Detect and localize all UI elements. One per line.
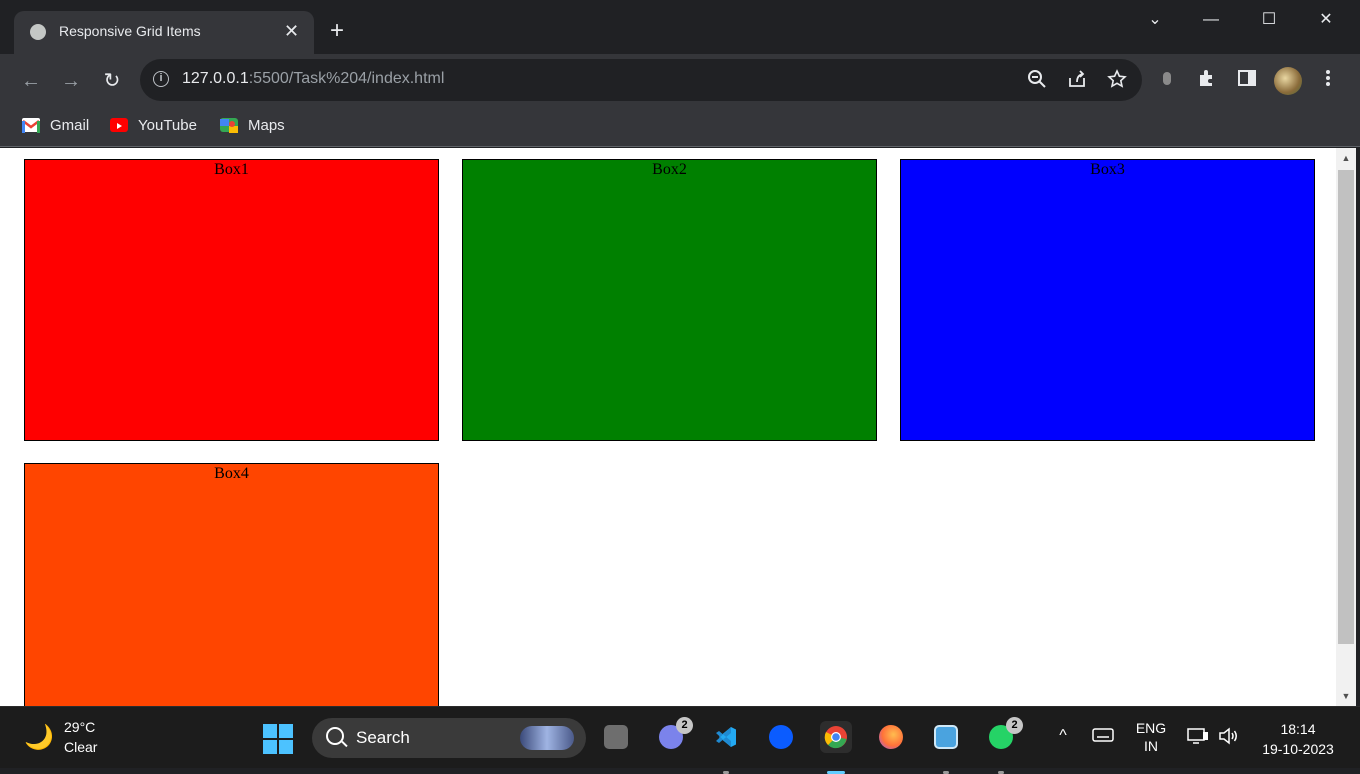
moon-icon[interactable]: 🌙 (24, 724, 54, 752)
youtube-icon (110, 118, 128, 133)
start-button[interactable] (263, 724, 293, 754)
search-highlight-image (520, 726, 574, 750)
search-icon (326, 727, 344, 745)
new-tab-button[interactable]: + (330, 18, 344, 44)
bookmark-gmail-label: Gmail (50, 117, 90, 134)
bookmark-youtube[interactable]: YouTube (110, 115, 197, 137)
minimize-button[interactable]: — (1196, 8, 1226, 32)
start-tile (279, 724, 293, 738)
profile-avatar[interactable] (1274, 67, 1302, 95)
share-icon[interactable] (1066, 69, 1088, 94)
start-tile (263, 724, 277, 738)
vertical-scrollbar[interactable]: ▲ ▼ (1336, 148, 1356, 706)
volume-icon[interactable] (1216, 727, 1240, 749)
menu-kebab-icon[interactable] (1315, 68, 1341, 95)
box-label: Box1 (214, 161, 249, 178)
grid-box-4: Box4 (24, 463, 439, 706)
grid-box-1: Box1 (24, 159, 439, 441)
zoom-icon[interactable] (1026, 69, 1048, 94)
tray-chevron-icon[interactable]: ^ (1052, 727, 1074, 745)
language-indicator[interactable]: ENG IN (1130, 719, 1172, 755)
close-window-button[interactable]: ✕ (1311, 8, 1341, 32)
gmail-icon (22, 118, 40, 134)
url-path: :5500/Task%204/index.html (248, 70, 445, 87)
url-text[interactable]: 127.0.0.1:5500/Task%204/index.html (182, 70, 444, 88)
teams-badge: 2 (676, 717, 693, 734)
clock[interactable]: 18:14 19-10-2023 (1248, 719, 1348, 759)
start-tile (279, 740, 293, 754)
chrome-icon[interactable] (820, 721, 852, 774)
clock-time: 18:14 (1280, 721, 1316, 737)
site-info-icon[interactable]: i (153, 71, 169, 87)
browser-tab[interactable]: Responsive Grid Items ✕ (14, 11, 314, 54)
control-panel-glyph (934, 725, 958, 749)
grid-box-3: Box3 (900, 159, 1315, 441)
search-label: Search (356, 728, 410, 747)
browser-toolbar: ← → ↻ i 127.0.0.1:5500/Task%204/index.ht… (0, 54, 1360, 108)
clock-date: 19-10-2023 (1262, 741, 1334, 757)
scroll-down-arrow-icon[interactable]: ▼ (1336, 686, 1356, 706)
tab-title: Responsive Grid Items (59, 23, 201, 39)
vscode-icon[interactable] (710, 721, 742, 774)
box-label: Box2 (652, 161, 687, 178)
zoom-icon[interactable] (765, 721, 797, 753)
task-view-icon[interactable] (600, 721, 632, 753)
page-viewport: Box1 Box2 Box3 Box4 (4, 148, 1336, 706)
bookmark-gmail[interactable]: Gmail (22, 115, 89, 137)
whatsapp-icon[interactable]: 2 (985, 717, 1023, 774)
box-label: Box3 (1090, 161, 1125, 178)
side-panel-icon[interactable] (1234, 68, 1260, 95)
extensions-puzzle-icon[interactable] (1194, 68, 1220, 95)
control-panel-icon[interactable] (930, 721, 962, 774)
weather-temp[interactable]: 29°C (64, 719, 95, 735)
scrollbar-thumb[interactable] (1338, 170, 1354, 644)
whatsapp-badge: 2 (1006, 717, 1023, 734)
url-host: 127.0.0.1 (182, 70, 249, 87)
grid-box-2: Box2 (462, 159, 877, 441)
bookmark-youtube-label: YouTube (138, 117, 197, 134)
zoom-glyph (769, 725, 793, 749)
language-top: ENG (1135, 720, 1167, 736)
scroll-up-arrow-icon[interactable]: ▲ (1336, 148, 1356, 168)
reload-button[interactable]: ↻ (97, 66, 127, 96)
close-tab-icon[interactable]: ✕ (284, 20, 299, 42)
extension-mouse-icon[interactable] (1154, 68, 1180, 95)
start-tile (263, 740, 277, 754)
maximize-button[interactable]: ☐ (1254, 8, 1284, 32)
task-view-glyph (604, 725, 628, 749)
network-icon[interactable] (1186, 727, 1210, 749)
keyboard-icon[interactable] (1090, 727, 1116, 747)
maps-icon (220, 118, 238, 134)
globe-icon (30, 24, 46, 40)
firefox-glyph (879, 725, 903, 749)
bookmark-star-icon[interactable] (1106, 69, 1128, 94)
forward-button[interactable]: → (56, 66, 86, 96)
teams-icon[interactable]: 2 (655, 717, 693, 753)
bookmark-maps[interactable]: Maps (220, 115, 285, 137)
address-bar[interactable]: i 127.0.0.1:5500/Task%204/index.html (140, 59, 1142, 101)
windows-taskbar: 🌙 29°C Clear Search 2 2 ^ ENG IN 18:14 1… (0, 706, 1360, 774)
back-button[interactable]: ← (16, 66, 46, 96)
bookmarks-bar: Gmail YouTube Maps (0, 108, 1360, 147)
bookmark-maps-label: Maps (248, 117, 285, 134)
language-bottom: IN (1144, 738, 1158, 754)
weather-condition[interactable]: Clear (64, 739, 97, 755)
tab-search-chevron-icon[interactable]: ⌄ (1140, 8, 1170, 32)
box-label: Box4 (214, 465, 249, 482)
firefox-icon[interactable] (875, 721, 907, 753)
title-bar: Responsive Grid Items ✕ + ⌄ — ☐ ✕ (0, 0, 1360, 54)
taskbar-search[interactable]: Search (312, 718, 586, 758)
